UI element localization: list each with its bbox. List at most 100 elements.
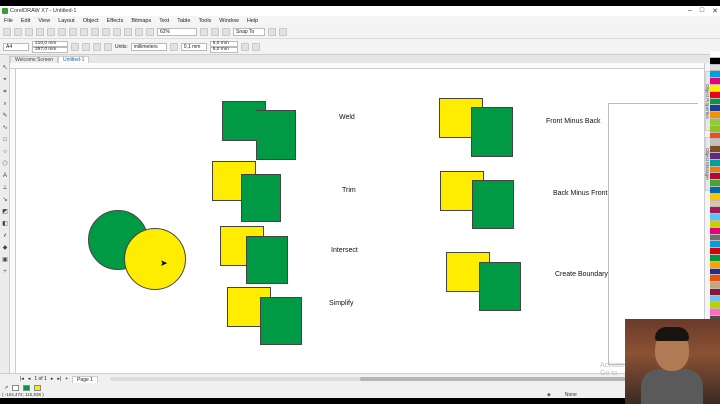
redo-icon[interactable] <box>91 27 99 36</box>
show-guidelines-icon[interactable] <box>222 27 230 36</box>
palette-swatch[interactable] <box>710 261 720 269</box>
add-tool-icon[interactable]: + <box>2 269 8 275</box>
prev-page-icon[interactable]: ◂ <box>28 376 31 382</box>
palette-swatch[interactable] <box>710 180 720 187</box>
palette-swatch[interactable] <box>710 118 720 126</box>
palette-swatch[interactable] <box>710 309 720 317</box>
polygon-tool-icon[interactable]: ⬠ <box>2 161 8 167</box>
palette-swatch[interactable] <box>710 166 720 174</box>
palette-swatch[interactable] <box>710 254 720 262</box>
ellipse-tool-icon[interactable]: ○ <box>2 149 8 155</box>
quick-customize-icon[interactable] <box>251 42 260 51</box>
palette-swatch[interactable] <box>710 275 720 283</box>
palette-swatch[interactable] <box>710 84 720 92</box>
options-icon[interactable] <box>268 27 276 36</box>
add-page-icon[interactable]: + <box>65 376 68 382</box>
cut-icon[interactable] <box>47 27 55 36</box>
text-tool-icon[interactable]: A <box>2 173 8 179</box>
palette-swatch[interactable] <box>710 91 720 99</box>
crop-tool-icon[interactable]: ⌗ <box>2 89 8 95</box>
palette-swatch[interactable] <box>710 152 720 160</box>
zoom-level-select[interactable]: 62% <box>157 27 197 36</box>
new-document-icon[interactable] <box>3 27 11 36</box>
connector-tool-icon[interactable]: ↘ <box>2 197 8 203</box>
maximize-icon[interactable]: □ <box>700 7 704 15</box>
swatch-green[interactable] <box>23 385 31 391</box>
intersect-green-square[interactable] <box>246 236 288 284</box>
palette-swatch[interactable] <box>710 200 720 208</box>
menu-table[interactable]: Table <box>177 18 190 24</box>
application-launcher-icon[interactable] <box>279 27 287 36</box>
palette-swatch[interactable] <box>710 248 720 255</box>
arrow-icon[interactable]: ↗ <box>4 385 8 391</box>
menu-tools[interactable]: Tools <box>198 18 211 24</box>
swatch-none[interactable] <box>12 385 20 391</box>
show-rulers-icon[interactable] <box>200 27 208 36</box>
palette-swatch[interactable] <box>710 207 720 215</box>
export-icon[interactable] <box>124 27 132 36</box>
interactive-fill-icon[interactable]: ◆ <box>2 245 8 251</box>
portrait-icon[interactable] <box>71 42 79 51</box>
smart-fill-icon[interactable]: ▣ <box>2 257 8 263</box>
menu-view[interactable]: View <box>38 18 50 24</box>
palette-swatch[interactable] <box>710 125 720 133</box>
page-tab[interactable]: Page 1 <box>72 375 98 383</box>
eyedropper-tool-icon[interactable]: ⸙ <box>2 233 8 239</box>
save-icon[interactable] <box>25 27 33 36</box>
palette-swatch[interactable] <box>710 112 720 119</box>
duplicate-y-field[interactable]: 5,0 mm <box>209 46 238 53</box>
shape-tool-icon[interactable]: ⌖ <box>2 77 8 83</box>
simplify-green-square[interactable] <box>260 297 302 345</box>
palette-swatch[interactable] <box>710 139 720 147</box>
palette-swatch[interactable] <box>710 288 720 296</box>
menu-file[interactable]: File <box>4 18 13 24</box>
current-page-icon[interactable] <box>104 42 112 51</box>
palette-swatch[interactable] <box>710 146 720 153</box>
freehand-tool-icon[interactable]: ✎ <box>2 113 8 119</box>
palette-swatch[interactable] <box>710 227 720 235</box>
back-minus-front-green-square[interactable] <box>472 180 514 229</box>
trim-green-square[interactable] <box>241 174 281 222</box>
menu-edit[interactable]: Edit <box>21 18 30 24</box>
menu-effects[interactable]: Effects <box>107 18 124 24</box>
swatch-yellow[interactable] <box>34 385 42 391</box>
page-size-select[interactable]: A4 <box>3 42 29 51</box>
palette-swatch[interactable] <box>710 302 720 310</box>
palette-swatch[interactable] <box>710 268 720 276</box>
page-height-field[interactable]: 297,0 mm <box>32 46 68 53</box>
palette-swatch[interactable] <box>710 51 720 58</box>
treat-as-filled-icon[interactable] <box>240 42 249 51</box>
print-icon[interactable] <box>36 27 44 36</box>
palette-swatch[interactable] <box>710 282 720 289</box>
nudge-distance-field[interactable]: 0,1 mm <box>180 42 207 51</box>
units-select[interactable]: millimeters <box>130 42 167 51</box>
menu-text[interactable]: Text <box>159 18 169 24</box>
palette-swatch[interactable] <box>710 64 720 72</box>
full-screen-preview-icon[interactable] <box>146 27 154 36</box>
first-page-icon[interactable]: |◂ <box>20 376 24 382</box>
palette-swatch[interactable] <box>710 132 720 140</box>
palette-swatch[interactable] <box>710 159 720 167</box>
menu-window[interactable]: Window <box>219 18 239 24</box>
search-content-icon[interactable] <box>102 27 110 36</box>
palette-swatch[interactable] <box>710 98 720 106</box>
snap-to-dropdown[interactable]: Snap To <box>233 27 265 36</box>
zoom-tool-icon[interactable]: ⌕ <box>2 101 8 107</box>
palette-swatch[interactable] <box>710 241 720 249</box>
tab-untitled-1[interactable]: Untitled-1 <box>57 56 90 63</box>
palette-swatch[interactable] <box>710 105 720 113</box>
open-icon[interactable] <box>14 27 22 36</box>
palette-swatch[interactable] <box>710 295 720 303</box>
palette-swatch[interactable] <box>710 220 720 228</box>
publish-pdf-icon[interactable] <box>135 27 143 36</box>
close-icon[interactable]: ✕ <box>712 7 718 15</box>
all-pages-icon[interactable] <box>93 42 101 51</box>
palette-swatch[interactable] <box>710 186 720 194</box>
palette-swatch[interactable] <box>710 193 720 201</box>
pick-tool-icon[interactable]: ↖ <box>2 65 8 71</box>
tab-welcome-screen[interactable]: Welcome Screen <box>10 56 58 63</box>
artistic-media-icon[interactable]: ∿ <box>2 125 8 131</box>
yellow-circle[interactable] <box>124 228 186 290</box>
rectangle-tool-icon[interactable]: □ <box>2 137 8 143</box>
menu-help[interactable]: Help <box>247 18 258 24</box>
